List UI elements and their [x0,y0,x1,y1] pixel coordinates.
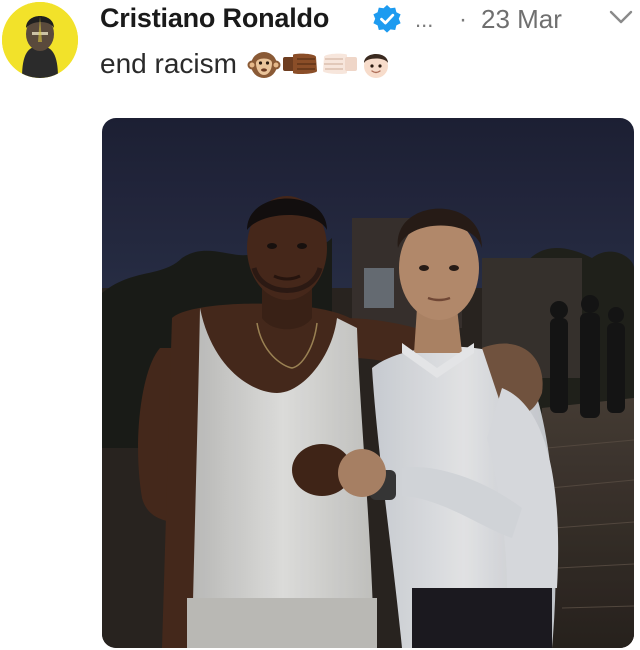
chevron-down-icon[interactable] [608,8,634,28]
more-ellipsis: ... [415,7,434,32]
tweet-card: Cristiano Ronaldo ... · 23 Mar end racis… [0,0,640,650]
boy-emoji-icon [363,54,388,78]
tweet-text: end racism [100,48,237,79]
tweet-date[interactable]: 23 Mar [481,1,562,37]
monkey-face-emoji-icon [247,52,281,78]
separator-dot: · [459,6,467,33]
avatar[interactable] [2,2,78,78]
right-facing-fist-emoji-icon [322,53,357,75]
avatar-image [2,2,78,78]
emoji-group [247,47,393,81]
author-name[interactable]: Cristiano Ronaldo [100,0,329,36]
left-facing-fist-emoji-icon [282,53,317,75]
verified-badge-icon [373,5,401,33]
tweet-photo-image [102,118,634,648]
tweet-photo[interactable] [102,118,634,648]
tweet-text-row: end racism [100,44,393,84]
